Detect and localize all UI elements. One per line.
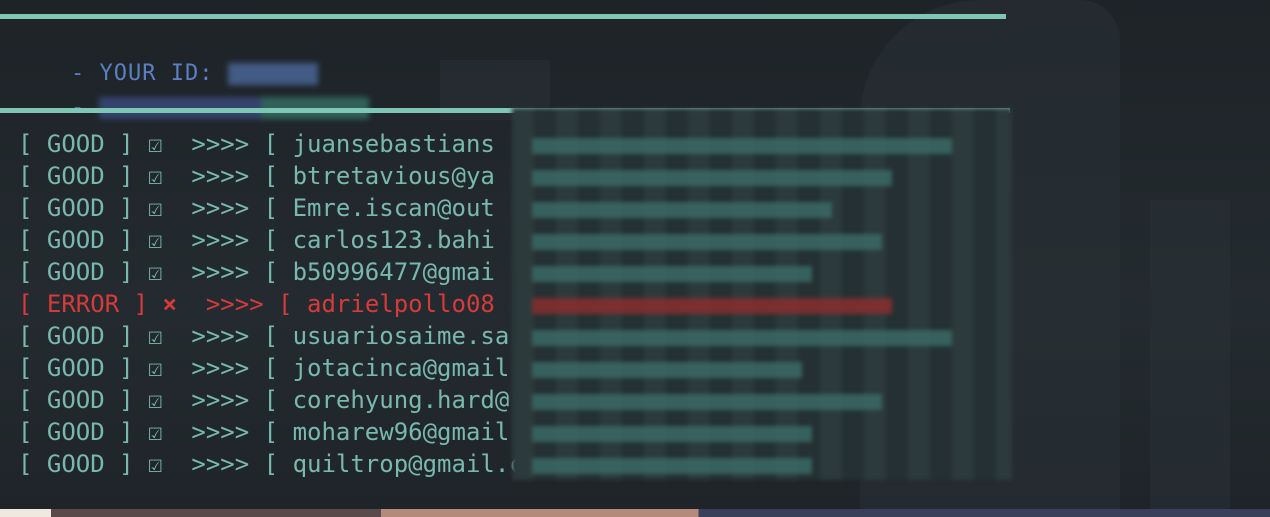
check-icon: ☑ xyxy=(148,162,163,190)
check-icon: ☑ xyxy=(148,386,163,414)
redacted-bar xyxy=(532,234,882,250)
account-email: quiltrop@gmail.co xyxy=(292,450,539,478)
arrow-separator: >>>> [ xyxy=(191,226,279,254)
log-line: [ GOOD ] ☑ >>>> [ usuariosaime.sa xyxy=(18,320,538,352)
account-email: Emre.iscan@out xyxy=(292,194,495,222)
wallpaper-pillar xyxy=(1150,200,1230,510)
log-line: [ GOOD ] ☑ >>>> [ b50996477@gmai xyxy=(18,256,538,288)
good-status: [ GOOD ] xyxy=(18,194,134,222)
check-icon: ☑ xyxy=(148,322,163,350)
terminal-window: - YOUR ID: - [ GOOD ] ☑ >>>> [ juansebas… xyxy=(0,0,1270,517)
check-icon: ☑ xyxy=(148,258,163,286)
redacted-bar xyxy=(532,362,802,378)
arrow-separator: >>>> [ xyxy=(191,258,279,286)
account-email: btretavious@ya xyxy=(292,162,495,190)
account-email: carlos123.bahi xyxy=(292,226,495,254)
account-email: jotacinca@gmail xyxy=(292,354,510,382)
top-divider xyxy=(0,14,1006,19)
log-line: [ GOOD ] ☑ >>>> [ corehyung.hard@ xyxy=(18,384,538,416)
account-email: juansebastians xyxy=(292,130,495,158)
redacted-bar xyxy=(532,170,892,186)
good-status: [ GOOD ] xyxy=(18,354,134,382)
good-status: [ GOOD ] xyxy=(18,418,134,446)
redacted-bar xyxy=(532,426,812,442)
arrow-separator: >>>> [ xyxy=(191,322,279,350)
account-email: corehyung.hard@ xyxy=(292,386,510,414)
arrow-separator: >>>> [ xyxy=(191,130,279,158)
check-icon: ☑ xyxy=(148,418,163,446)
account-email: b50996477@gmai xyxy=(292,258,495,286)
redaction-overlay xyxy=(512,108,1012,480)
good-status: [ GOOD ] xyxy=(18,226,134,254)
account-email: moharew96@gmail xyxy=(292,418,510,446)
redacted-bar xyxy=(532,394,882,410)
redacted-bar xyxy=(532,458,812,474)
log-line: [ GOOD ] ☑ >>>> [ carlos123.bahi xyxy=(18,224,538,256)
log-line: [ GOOD ] ☑ >>>> [ jotacinca@gmail xyxy=(18,352,538,384)
arrow-separator: >>>> [ xyxy=(191,450,279,478)
arrow-separator: >>>> [ xyxy=(205,290,293,318)
log-line: [ GOOD ] ☑ >>>> [ juansebastians xyxy=(18,128,538,160)
account-email: usuariosaime.sa xyxy=(292,322,510,350)
result-log: [ GOOD ] ☑ >>>> [ juansebastians [ GOOD … xyxy=(18,128,538,480)
check-icon: ☑ xyxy=(148,354,163,382)
good-status: [ GOOD ] xyxy=(18,162,134,190)
arrow-separator: >>>> [ xyxy=(191,418,279,446)
check-icon: ☑ xyxy=(148,450,163,478)
good-status: [ GOOD ] xyxy=(18,322,134,350)
good-status: [ GOOD ] xyxy=(18,386,134,414)
log-line: [ GOOD ] ☑ >>>> [ Emre.iscan@out xyxy=(18,192,538,224)
good-status: [ GOOD ] xyxy=(18,450,134,478)
redacted-bar xyxy=(532,330,952,346)
wallpaper-bottom-edge xyxy=(0,509,1270,517)
cross-icon: × xyxy=(162,290,177,318)
error-status: [ ERROR ] xyxy=(18,290,149,318)
good-status: [ GOOD ] xyxy=(18,130,134,158)
check-icon: ☑ xyxy=(148,130,163,158)
redacted-bar xyxy=(532,202,832,218)
redacted-bar-error xyxy=(532,298,892,314)
account-email: adrielpollo08 xyxy=(307,290,495,318)
arrow-separator: >>>> [ xyxy=(191,386,279,414)
log-line: [ GOOD ] ☑ >>>> [ quiltrop@gmail.co xyxy=(18,448,538,480)
arrow-separator: >>>> [ xyxy=(191,354,279,382)
redacted-bar xyxy=(532,266,812,282)
log-line: [ GOOD ] ☑ >>>> [ moharew96@gmail xyxy=(18,416,538,448)
check-icon: ☑ xyxy=(148,226,163,254)
arrow-separator: >>>> [ xyxy=(191,162,279,190)
check-icon: ☑ xyxy=(148,194,163,222)
arrow-separator: >>>> [ xyxy=(191,194,279,222)
log-line: [ GOOD ] ☑ >>>> [ btretavious@ya xyxy=(18,160,538,192)
good-status: [ GOOD ] xyxy=(18,258,134,286)
redacted-bar xyxy=(532,138,952,154)
log-line-error: [ ERROR ] × >>>> [ adrielpollo08 xyxy=(18,288,538,320)
